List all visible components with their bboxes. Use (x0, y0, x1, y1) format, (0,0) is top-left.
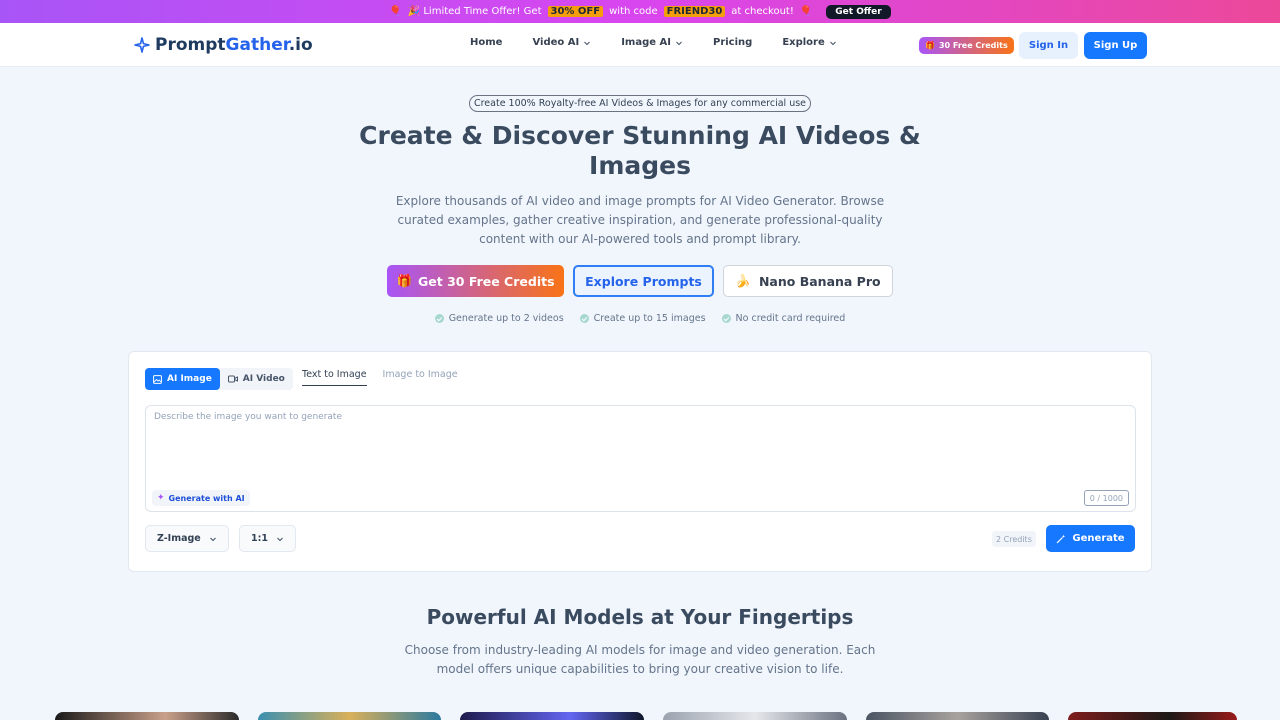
feature-item: Create up to 15 images (579, 313, 706, 324)
model-thumbnails (55, 712, 1237, 720)
mode-tabs: AI Image AI Video (145, 368, 293, 390)
nav-explore[interactable]: Explore (782, 37, 836, 48)
hero-buttons: 🎁 Get 30 Free Credits Explore Prompts 🍌 … (0, 265, 1280, 297)
explore-prompts-button[interactable]: Explore Prompts (573, 265, 714, 297)
nav-home[interactable]: Home (470, 37, 502, 48)
logo-accent: Gather (225, 35, 289, 55)
nav-pricing[interactable]: Pricing (713, 37, 752, 48)
chevron-down-icon (584, 41, 591, 45)
model-thumbnail[interactable] (1068, 712, 1237, 720)
prompt-input[interactable] (146, 406, 1135, 486)
chevron-down-icon (277, 537, 283, 541)
sign-in-button[interactable]: Sign In (1019, 32, 1078, 59)
tab-ai-image[interactable]: AI Image (145, 368, 220, 390)
main-nav: Home Video AI Image AI Pricing Explore (470, 37, 867, 48)
prompt-box: ✦ Generate with AI 0 / 1000 (145, 405, 1136, 512)
get-free-credits-button[interactable]: 🎁 Get 30 Free Credits (387, 265, 564, 297)
logo[interactable]: PromptGather.io (134, 35, 313, 55)
check-icon (434, 314, 444, 323)
site-header: PromptGather.io Home Video AI Image AI P… (0, 23, 1280, 67)
promo-banner: 🎈 🎉 Limited Time Offer! Get 30% OFF with… (0, 0, 1280, 23)
promo-middle: with code (609, 6, 658, 17)
image-icon (153, 374, 162, 384)
model-select[interactable]: Z-Image (145, 525, 229, 552)
magic-wand-icon (1056, 534, 1066, 543)
hero-subtitle: Explore thousands of AI video and image … (395, 194, 885, 246)
check-icon (579, 314, 589, 323)
hero-title: Create & Discover Stunning AI Videos & I… (359, 121, 921, 180)
logo-main: Prompt (155, 35, 226, 55)
chevron-down-icon (829, 41, 836, 45)
promo-prefix: 🎉 Limited Time Offer! Get (407, 6, 542, 17)
video-icon (227, 375, 238, 383)
promo-suffix: at checkout! (731, 6, 794, 17)
feature-item: Generate up to 2 videos (434, 313, 564, 324)
model-thumbnail[interactable] (662, 712, 847, 720)
chevron-down-icon (209, 537, 216, 541)
model-thumbnail[interactable] (55, 712, 239, 720)
tab-text-to-image[interactable]: Text to Image (302, 369, 367, 386)
tab-ai-video[interactable]: AI Video (220, 368, 293, 390)
generate-button[interactable]: Generate (1046, 525, 1135, 552)
generator-card: AI Image AI Video Text to Image Image to… (128, 351, 1152, 572)
tagline-badge: Create 100% Royalty-free AI Videos & Ima… (469, 95, 811, 112)
gift-icon: 🎁 (396, 273, 413, 288)
tab-image-to-image[interactable]: Image to Image (383, 369, 458, 386)
balloon-icon: 🎈 (799, 6, 813, 17)
sparkle-icon: ✦ (157, 493, 165, 503)
promo-code: FRIEND30 (663, 6, 726, 17)
sparkle-logo-icon (134, 37, 150, 53)
nano-banana-pro-button[interactable]: 🍌 Nano Banana Pro (723, 265, 893, 297)
feature-list: Generate up to 2 videos Create up to 15 … (0, 313, 1280, 324)
logo-suffix: .io (288, 35, 313, 55)
aspect-ratio-select[interactable]: 1:1 (239, 525, 297, 552)
promo-discount: 30% OFF (547, 6, 604, 17)
model-thumbnail[interactable] (865, 712, 1050, 720)
free-credits-pill[interactable]: 🎁 30 Free Credits (919, 37, 1014, 54)
banana-icon: 🍌 (735, 273, 751, 288)
get-offer-button[interactable]: Get Offer (826, 4, 891, 19)
chevron-down-icon (676, 41, 682, 45)
credit-cost: 2 Credits (992, 531, 1036, 547)
model-thumbnail[interactable] (460, 712, 644, 720)
nav-image-ai[interactable]: Image AI (621, 37, 683, 48)
model-thumbnail[interactable] (257, 712, 442, 720)
sub-tabs: Text to Image Image to Image (302, 369, 458, 386)
models-title: Powerful AI Models at Your Fingertips (426, 605, 854, 629)
check-icon (721, 314, 731, 323)
gift-icon: 🎁 (925, 41, 935, 50)
char-counter: 0 / 1000 (1083, 490, 1129, 506)
sign-up-button[interactable]: Sign Up (1084, 32, 1147, 59)
models-subtitle: Choose from industry-leading AI models f… (404, 643, 876, 676)
nav-video-ai[interactable]: Video AI (532, 37, 591, 48)
party-icon: 🎈 (389, 6, 402, 17)
feature-item: No credit card required (721, 313, 845, 324)
generate-with-ai-button[interactable]: ✦ Generate with AI (152, 490, 250, 506)
